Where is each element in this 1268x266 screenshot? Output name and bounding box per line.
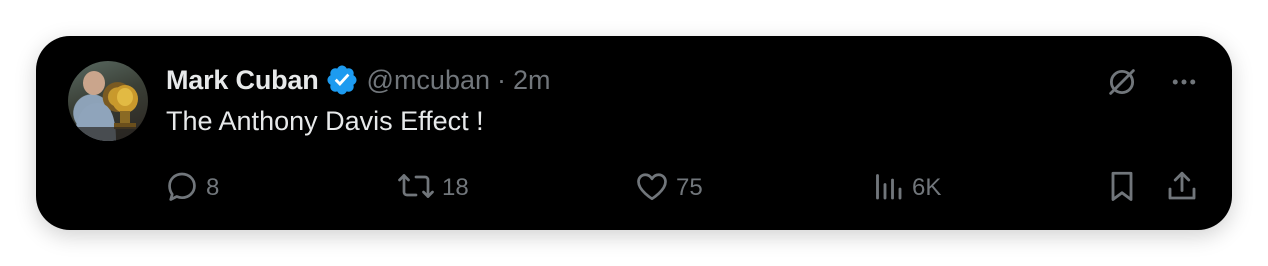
views-button[interactable]: 6K [870,166,941,210]
retweet-icon [396,168,436,209]
retweet-button[interactable]: 18 [396,166,469,210]
avatar[interactable] [68,61,148,141]
display-name[interactable]: Mark Cuban [166,65,319,96]
reply-icon [164,168,200,209]
handle[interactable]: @mcuban [367,65,490,96]
like-count: 75 [676,174,703,201]
separator-dot: · [497,64,506,95]
bookmark-icon [1104,168,1140,209]
analytics-icon [870,168,906,209]
share-icon [1164,168,1200,209]
heart-icon [634,168,670,209]
grok-icon[interactable] [1102,62,1142,102]
bookmark-button[interactable] [1104,166,1140,210]
like-button[interactable]: 75 [634,166,703,210]
share-button[interactable] [1164,166,1200,210]
action-bar: 8 18 75 6K [164,166,1204,210]
verified-badge-icon[interactable] [325,63,359,97]
views-count: 6K [912,174,942,201]
tweet-card[interactable]: Mark Cuban @mcuban · 2m The Anthony Davi… [36,36,1232,230]
reply-count: 8 [206,174,220,201]
retweet-count: 18 [442,174,469,201]
tweet-text: The Anthony Davis Effect ! [166,106,484,136]
tweet-header: Mark Cuban @mcuban · 2m [166,62,551,98]
top-actions [1102,62,1204,102]
more-options-icon[interactable] [1164,62,1204,102]
reply-button[interactable]: 8 [164,166,219,210]
timestamp[interactable]: 2m [513,65,551,96]
